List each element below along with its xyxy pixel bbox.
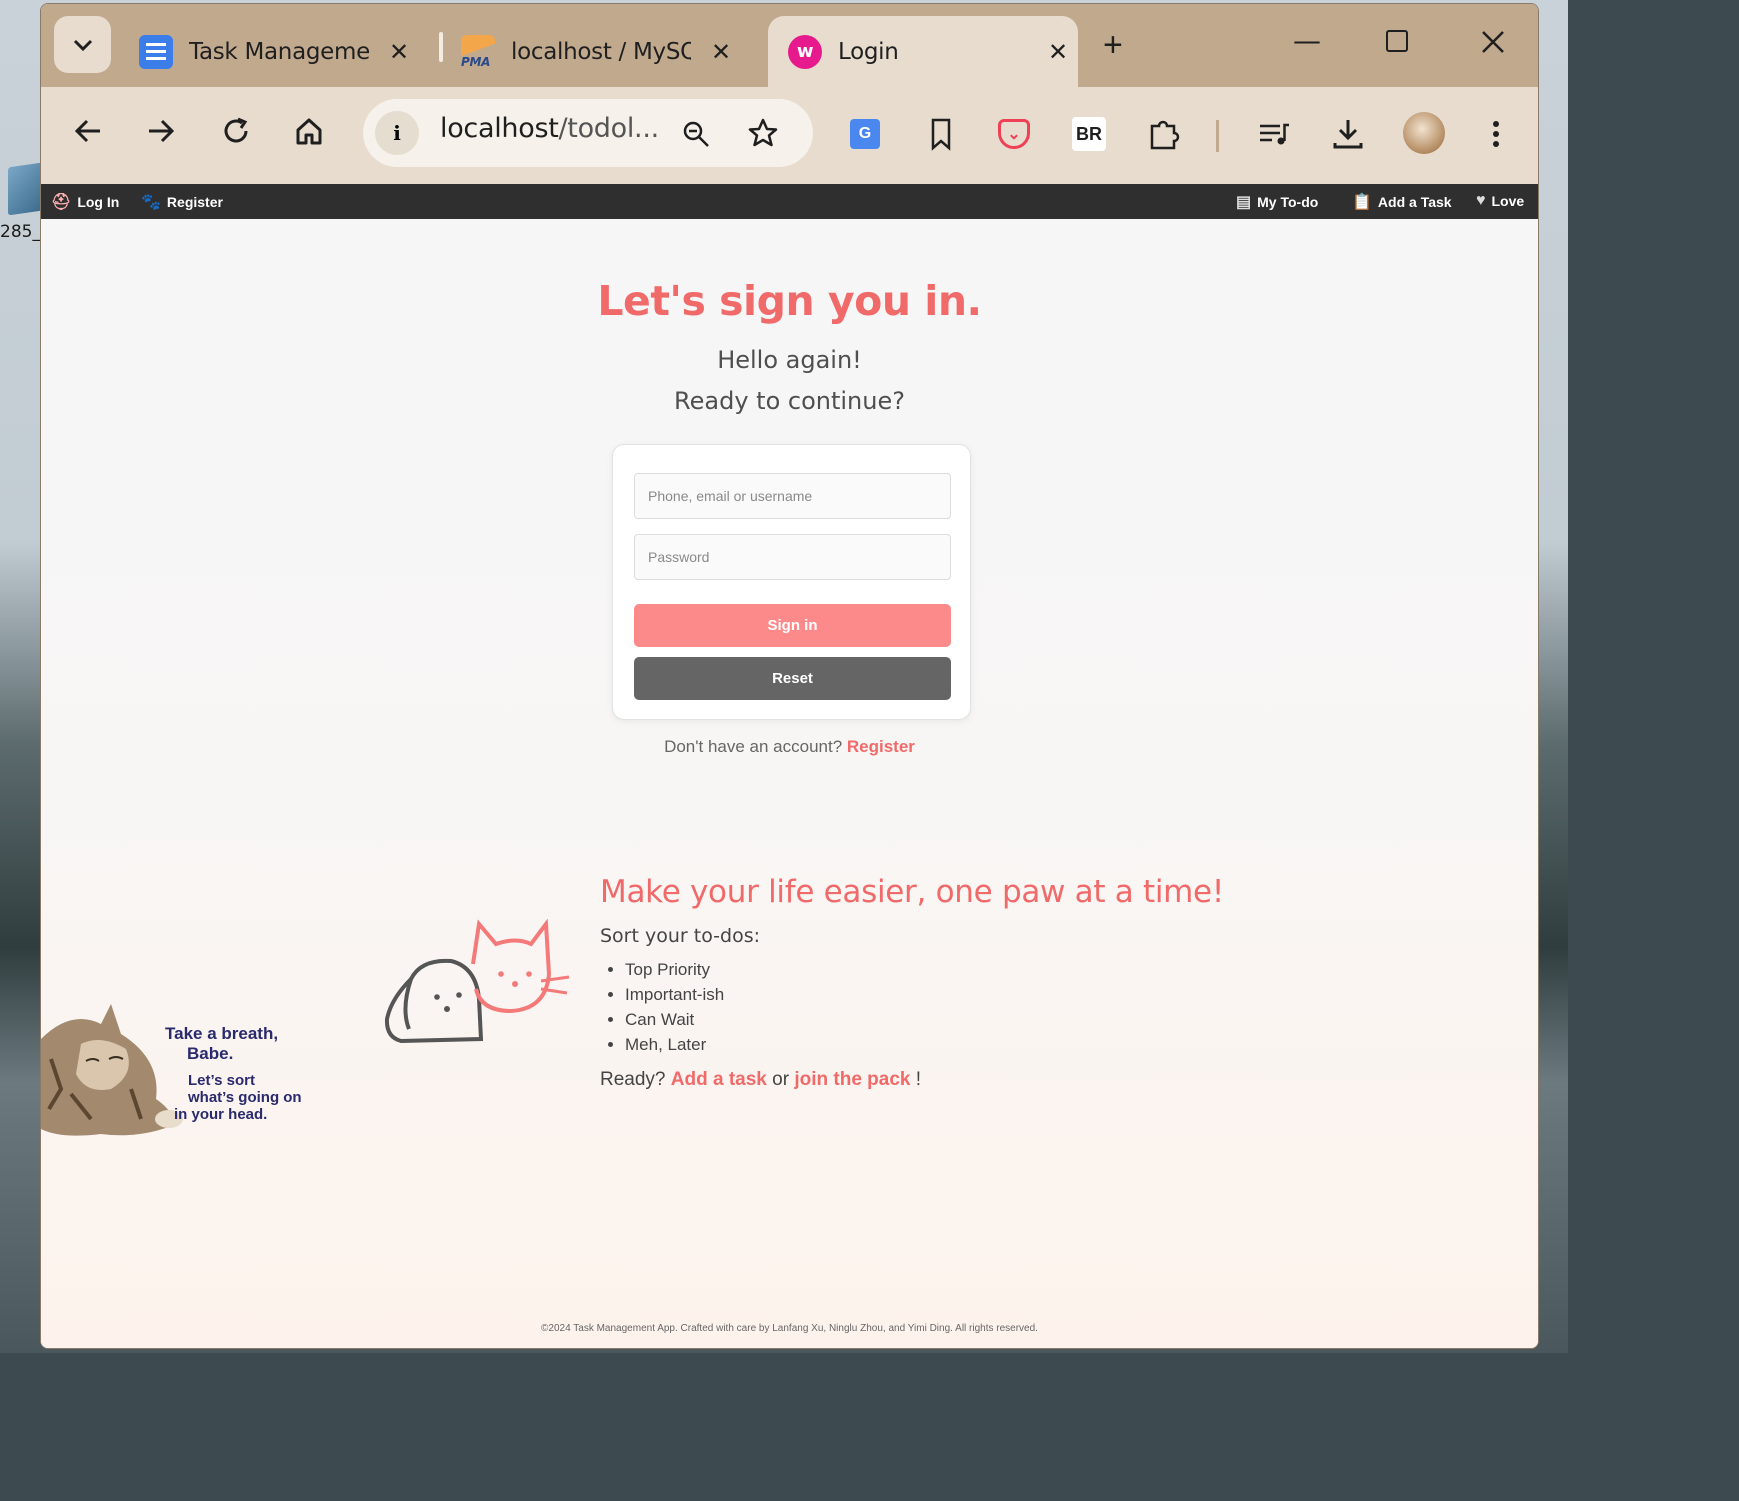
priority-list: Top Priority Important-ish Can Wait Meh,… (625, 957, 724, 1057)
tab-phpmyadmin[interactable]: PMA localhost / MySQL ✕ (461, 16, 731, 87)
close-icon[interactable]: ✕ (1048, 38, 1068, 66)
promo-title: Make your life easier, one paw at a time… (600, 874, 1224, 910)
bookmark-add-task[interactable]: 📋 Add a Task (1352, 192, 1452, 212)
media-playlist-icon[interactable] (1256, 116, 1292, 152)
extensions-puzzle-icon[interactable] (1146, 116, 1182, 152)
star-icon[interactable] (747, 117, 779, 149)
footer-text: ©2024 Task Management App. Crafted with … (541, 1323, 1038, 1334)
bookmark-login[interactable]: ⛑ Log In (51, 192, 119, 212)
list-item: Important-ish (625, 982, 724, 1007)
tab-title: localhost / MySQL (511, 38, 691, 65)
browser-window: Task Management ✕ PMA localhost / MySQL … (40, 3, 1539, 1349)
reload-icon[interactable] (221, 116, 251, 146)
phpmyadmin-icon: PMA (461, 34, 495, 69)
tab-task-management[interactable]: Task Management ✕ (139, 16, 409, 87)
tab-divider (439, 32, 443, 62)
bookmarks-bar: ⛑ Log In 🐾 Register ▤ My To-do 📋 Add a Task … (41, 184, 1538, 219)
list-item: Meh, Later (625, 1032, 724, 1057)
desktop-file-label: 285_ (0, 222, 41, 242)
tab-search-button[interactable] (54, 16, 111, 73)
clipboard-icon: 📋 (1352, 194, 1372, 211)
url-text[interactable]: localhost/todol... (440, 113, 659, 144)
new-tab-button[interactable]: + (1103, 26, 1123, 65)
minimize-icon[interactable]: — (1293, 24, 1321, 57)
translate-icon[interactable]: G (847, 116, 883, 152)
close-icon[interactable]: ✕ (711, 38, 731, 66)
bookmark-icon[interactable] (923, 116, 959, 152)
forward-arrow-icon[interactable] (146, 116, 176, 146)
page-title: Let's sign you in. (597, 277, 982, 325)
add-task-link[interactable]: Add a task (671, 1069, 767, 1090)
login-card: Sign in Reset (612, 444, 971, 720)
bookmark-love[interactable]: ♥ Love (1476, 192, 1524, 210)
pocket-icon[interactable]: ⌄ (996, 116, 1032, 152)
kitty-caption: Take a breath, Babe. Let’s sort what’s g… (165, 1024, 302, 1123)
br-extension-icon[interactable]: BR (1071, 116, 1107, 152)
tab-title: Login (838, 38, 899, 65)
subtitle-ready: Ready to continue? (674, 387, 905, 415)
reset-button[interactable]: Reset (634, 657, 951, 700)
login-icon: ⛑ (51, 194, 72, 211)
tab-login[interactable]: w Login ✕ (768, 16, 1078, 87)
download-icon[interactable] (1330, 116, 1366, 152)
back-arrow-icon[interactable] (73, 116, 103, 146)
page-content: Let's sign you in. Hello again! Ready to… (41, 219, 1538, 1348)
avatar[interactable] (1403, 112, 1445, 154)
home-icon[interactable] (294, 116, 324, 146)
docs-icon (139, 34, 173, 69)
chevron-down-icon (73, 39, 92, 51)
wamp-icon: w (788, 34, 822, 69)
password-input[interactable] (634, 534, 951, 580)
list-item: Can Wait (625, 1007, 724, 1032)
menu-kebab-icon[interactable] (1478, 116, 1514, 152)
sign-in-button[interactable]: Sign in (634, 604, 951, 647)
paw-icon: 🐾 (141, 194, 161, 211)
username-input[interactable] (634, 473, 951, 519)
join-pack-link[interactable]: join the pack (794, 1069, 910, 1090)
ready-cta: Ready? Add a task or join the pack ! (600, 1069, 922, 1090)
tab-strip: Task Management ✕ PMA localhost / MySQL … (41, 4, 1538, 87)
register-link[interactable]: Register (847, 737, 915, 756)
bookmark-register[interactable]: 🐾 Register (141, 192, 223, 212)
tab-title: Task Management (189, 38, 369, 65)
sort-title: Sort your to-dos: (600, 925, 761, 947)
subtitle-hello: Hello again! (717, 346, 862, 374)
close-icon[interactable]: ✕ (389, 38, 409, 66)
window-close-icon[interactable] (1481, 28, 1505, 61)
maximize-icon[interactable] (1386, 30, 1408, 52)
heart-icon: ♥ (1476, 192, 1486, 209)
address-bar[interactable]: i localhost/todol... (363, 99, 813, 167)
desktop-file-icon[interactable] (8, 162, 42, 216)
register-prompt: Don't have an account? Register (664, 737, 915, 756)
list-icon: ▤ (1236, 194, 1252, 211)
zoom-icon[interactable] (681, 119, 711, 149)
toolbar-divider (1216, 120, 1219, 152)
site-info-icon[interactable]: i (375, 111, 419, 155)
dog-and-cat-icon (384, 919, 570, 1044)
list-item: Top Priority (625, 957, 724, 982)
bookmark-my-todo[interactable]: ▤ My To-do (1236, 192, 1318, 212)
